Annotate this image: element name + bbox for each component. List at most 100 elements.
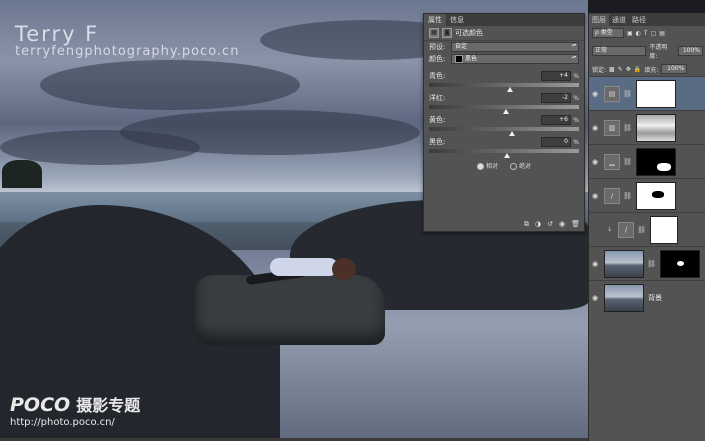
properties-footer: ⧉ ◑ ↺ ◉ 🗑	[524, 220, 580, 229]
preset-dropdown[interactable]: 自定	[451, 42, 579, 52]
color-swatch	[455, 55, 463, 63]
slider-unit: %	[573, 94, 579, 102]
eye-icon[interactable]: ◉	[589, 90, 601, 98]
slider-track[interactable]	[429, 149, 579, 158]
layer-mask-thumb[interactable]	[649, 215, 678, 244]
lock-transparent-icon[interactable]: ▩	[609, 66, 615, 73]
view-previous-icon[interactable]: ◑	[535, 220, 541, 229]
lock-label: 锁定:	[592, 66, 607, 74]
poco-watermark: POCO 摄影专题 http://photo.poco.cn/	[10, 392, 140, 428]
filter-shape-icon[interactable]: ▢	[651, 30, 657, 37]
layer-person[interactable]: ◉ ⛓	[589, 246, 705, 280]
layers-panel: 图层 通道 路径 ρ 类型 ▣ ◐ T ▢ ▤ 正常 不透明度: 100% 锁定…	[588, 13, 705, 441]
slider-unit: %	[573, 138, 579, 146]
lock-move-icon[interactable]: ✥	[626, 66, 631, 73]
properties-panel: 属性 信息 ▦ ◙ 可选颜色 预设: 自定 颜色: 黑色 青色: +4% 洋红: -2…	[423, 13, 585, 232]
layer-mask-thumb[interactable]	[635, 113, 676, 142]
eye-icon[interactable]: ◉	[589, 294, 601, 302]
slider-thumb[interactable]	[508, 131, 515, 136]
fill-input[interactable]: 100%	[661, 64, 688, 74]
slider-value-input[interactable]: +4	[541, 71, 571, 81]
radio-dot-relative	[476, 163, 484, 170]
color-value: 黑色	[465, 55, 478, 63]
link-icon: ⛓	[623, 157, 632, 166]
layer-adjustment-4[interactable]: ◉ ∕ ⛓	[589, 178, 705, 212]
blend-row: 正常 不透明度: 100%	[589, 40, 705, 62]
slider-label: 洋红:	[429, 94, 446, 102]
layer-mask-thumb[interactable]	[659, 249, 700, 278]
layer-adjustment-3[interactable]: ◉ ▁ ⛓	[589, 144, 705, 178]
selective-color-adj-icon: ▤	[604, 85, 620, 102]
filter-type-icon[interactable]: T	[644, 30, 648, 37]
opacity-input[interactable]: 100%	[677, 46, 703, 56]
layer-name: 背景	[648, 293, 662, 302]
radio-relative[interactable]: 相对	[476, 161, 498, 170]
radio-relative-label: 相对	[485, 163, 498, 170]
slider-track[interactable]	[429, 105, 579, 114]
layer-image-thumb[interactable]	[604, 249, 644, 278]
slider-head: 黑色: 0%	[429, 137, 579, 147]
filter-pixel-icon[interactable]: ▣	[627, 30, 633, 37]
filter-smart-icon[interactable]: ▤	[659, 30, 665, 37]
kind-filter-label: 类型	[600, 29, 613, 36]
visibility-icon[interactable]: ◉	[559, 220, 565, 229]
properties-header: ▦ ◙ 可选颜色	[424, 26, 584, 40]
slider-value-input[interactable]: +6	[541, 115, 571, 125]
slider-head: 青色: +4%	[429, 71, 579, 81]
mask-icon[interactable]: ◙	[442, 28, 452, 38]
layer-adjustment-5[interactable]: ◉ ↓ ∕ ⛓	[589, 212, 705, 246]
eye-icon[interactable]: ◉	[589, 124, 601, 132]
layer-mask-thumb[interactable]	[635, 79, 676, 108]
color-label: 颜色:	[429, 55, 446, 63]
tab-layers[interactable]: 图层	[589, 13, 609, 26]
color-dropdown[interactable]: 黑色	[451, 54, 579, 64]
reset-icon[interactable]: ↺	[547, 220, 553, 229]
layer-image-thumb[interactable]	[604, 283, 644, 312]
lock-all-icon[interactable]: 🔒	[634, 66, 641, 73]
adjustment-icon: ▥	[604, 119, 620, 136]
lock-paint-icon[interactable]: ✎	[618, 66, 623, 73]
tab-info[interactable]: 信息	[446, 14, 468, 26]
slider-label: 黑色:	[429, 138, 446, 146]
person-head	[332, 258, 356, 280]
layer-mask-thumb[interactable]	[635, 147, 676, 176]
eye-icon[interactable]: ◉	[589, 192, 601, 200]
slider-label: 青色:	[429, 72, 446, 80]
lock-row: 锁定: ▩ ✎ ✥ 🔒 填充: 100%	[589, 62, 705, 76]
watermark-url: terryfengphotography.poco.cn	[15, 44, 240, 59]
tab-channels[interactable]: 通道	[609, 14, 629, 26]
layer-background[interactable]: ◉ 背景	[589, 280, 705, 314]
blend-mode-dropdown[interactable]: 正常	[592, 46, 647, 56]
slider-track[interactable]	[429, 127, 579, 136]
clip-icon[interactable]: ⧉	[524, 220, 529, 229]
slider-unit: %	[573, 72, 579, 80]
slider-label: 黄色:	[429, 116, 446, 124]
layer-adjustment-2[interactable]: ◉ ▥ ⛓	[589, 110, 705, 144]
slider-row: 青色: +4%	[424, 71, 584, 92]
slider-unit: %	[573, 116, 579, 124]
eye-icon[interactable]: ◉	[589, 260, 601, 268]
person-body	[270, 258, 338, 276]
delete-icon[interactable]: 🗑	[571, 220, 580, 229]
eye-icon[interactable]: ◉	[589, 158, 601, 166]
filter-row: ρ 类型 ▣ ◐ T ▢ ▤	[589, 26, 705, 40]
curves-icon: ∕	[604, 187, 620, 204]
kind-filter-dropdown[interactable]: ρ 类型	[592, 28, 624, 38]
tab-paths[interactable]: 路径	[629, 14, 649, 26]
radio-absolute-label: 绝对	[519, 163, 532, 170]
poco-brand-cn: 摄影专题	[76, 396, 141, 415]
slider-thumb[interactable]	[507, 87, 513, 92]
filter-adjust-icon[interactable]: ◐	[636, 30, 641, 37]
radio-absolute[interactable]: 绝对	[510, 161, 531, 170]
slider-value-input[interactable]: 0	[541, 137, 571, 147]
slider-thumb[interactable]	[502, 109, 509, 114]
tab-properties[interactable]: 属性	[424, 14, 446, 26]
slider-value-input[interactable]: -2	[541, 93, 571, 103]
curves-icon: ∕	[618, 221, 635, 238]
slider-thumb[interactable]	[504, 153, 510, 158]
levels-icon: ▁	[604, 153, 620, 170]
slider-track[interactable]	[429, 83, 579, 92]
preset-row: 预设: 自定	[424, 40, 584, 53]
layer-selective-color[interactable]: ◉ ▤ ⛓	[589, 76, 705, 110]
layer-mask-thumb[interactable]	[635, 181, 676, 210]
